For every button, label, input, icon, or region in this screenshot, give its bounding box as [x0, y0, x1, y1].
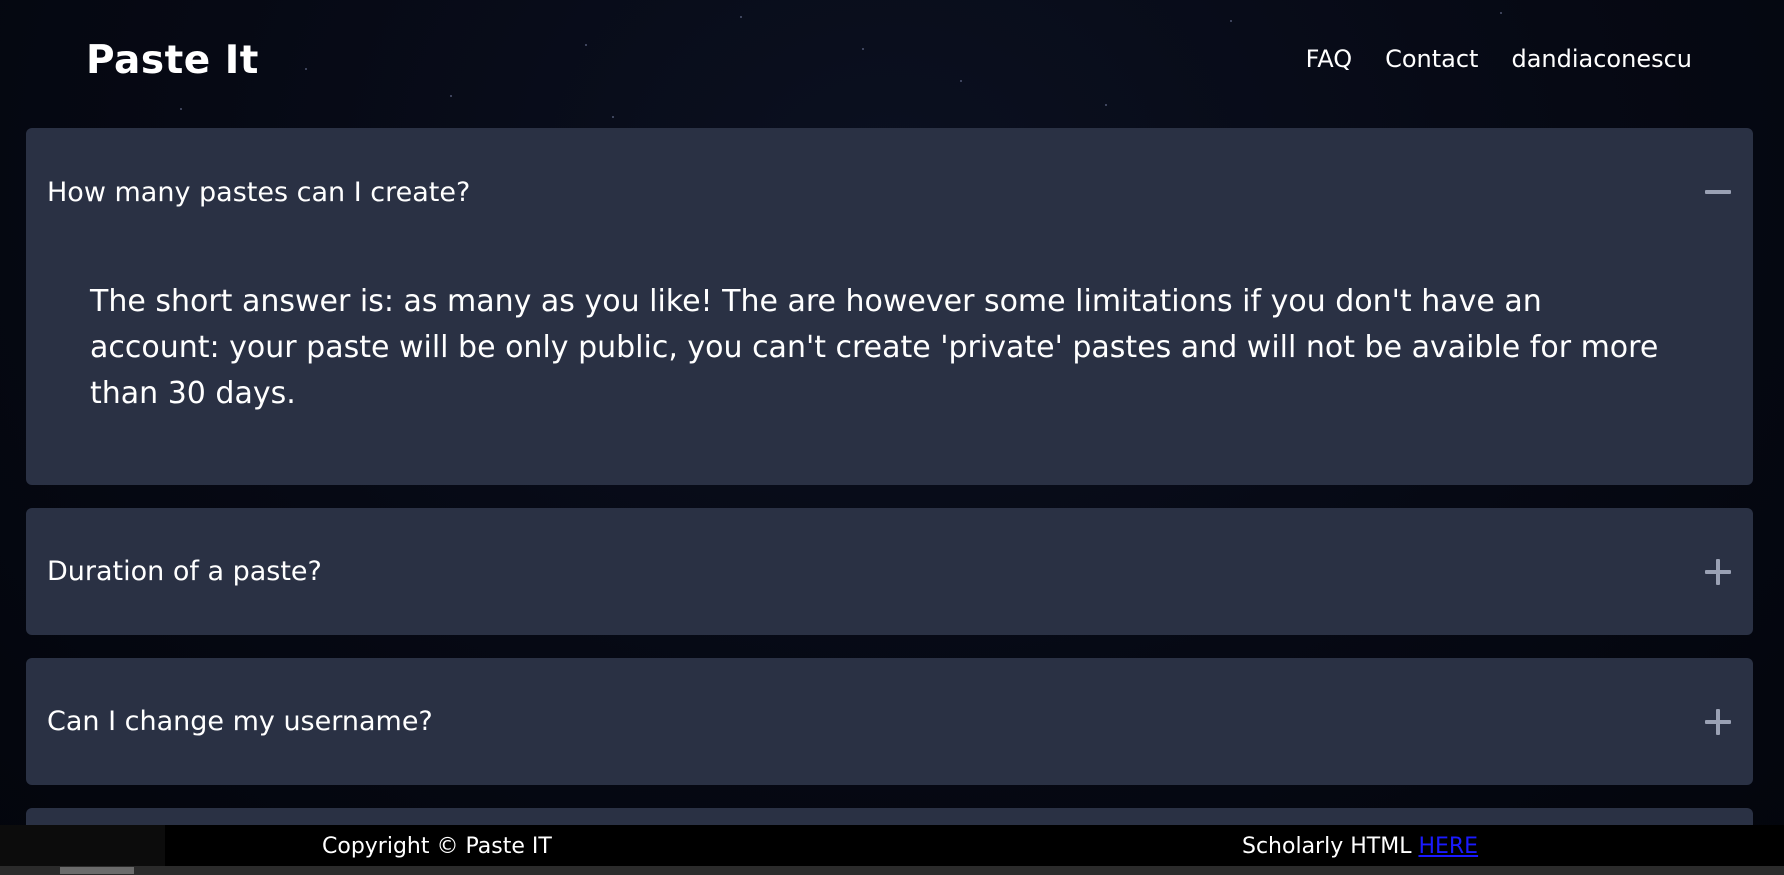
- faq-question-text: Duration of a paste?: [47, 556, 322, 587]
- minus-icon[interactable]: [1705, 179, 1731, 205]
- brand-logo[interactable]: Paste It: [86, 38, 259, 83]
- faq-question-text: How many pastes can I create?: [47, 176, 471, 208]
- scholarly-html-text: Scholarly HTML HERE: [1242, 834, 1478, 859]
- faq-question-header[interactable]: Can I change my username?: [26, 658, 1753, 785]
- scholarly-html-label: Scholarly HTML: [1242, 834, 1419, 859]
- top-navbar: Paste It FAQ Contact dandiaconescu: [0, 0, 1784, 124]
- nav-link-user-account[interactable]: dandiaconescu: [1511, 45, 1692, 73]
- nav-link-faq[interactable]: FAQ: [1306, 45, 1353, 73]
- plus-icon[interactable]: [1705, 558, 1731, 585]
- faq-item: How many pastes can I create? The short …: [26, 128, 1753, 485]
- plus-icon[interactable]: [1705, 708, 1731, 735]
- faq-answer-text: The short answer is: as many as you like…: [90, 284, 1659, 411]
- faq-question-header[interactable]: How many pastes can I create?: [26, 128, 1753, 256]
- faq-accordion: How many pastes can I create? The short …: [26, 128, 1753, 848]
- main-nav: FAQ Contact dandiaconescu: [1306, 45, 1692, 73]
- horizontal-scrollbar[interactable]: [0, 866, 1784, 875]
- faq-question-text: Can I change my username?: [47, 706, 433, 737]
- footer-left-block: [0, 825, 165, 866]
- copyright-text: Copyright © Paste IT: [322, 834, 552, 859]
- scrollbar-thumb[interactable]: [60, 867, 134, 874]
- footer: Copyright © Paste IT Scholarly HTML HERE: [0, 825, 1784, 866]
- faq-item: Can I change my username?: [26, 658, 1753, 785]
- nav-link-contact[interactable]: Contact: [1385, 45, 1478, 73]
- faq-item: Duration of a paste?: [26, 508, 1753, 635]
- page: Paste It FAQ Contact dandiaconescu How m…: [0, 0, 1784, 875]
- scholarly-html-link[interactable]: HERE: [1418, 834, 1478, 859]
- faq-question-header[interactable]: Duration of a paste?: [26, 508, 1753, 635]
